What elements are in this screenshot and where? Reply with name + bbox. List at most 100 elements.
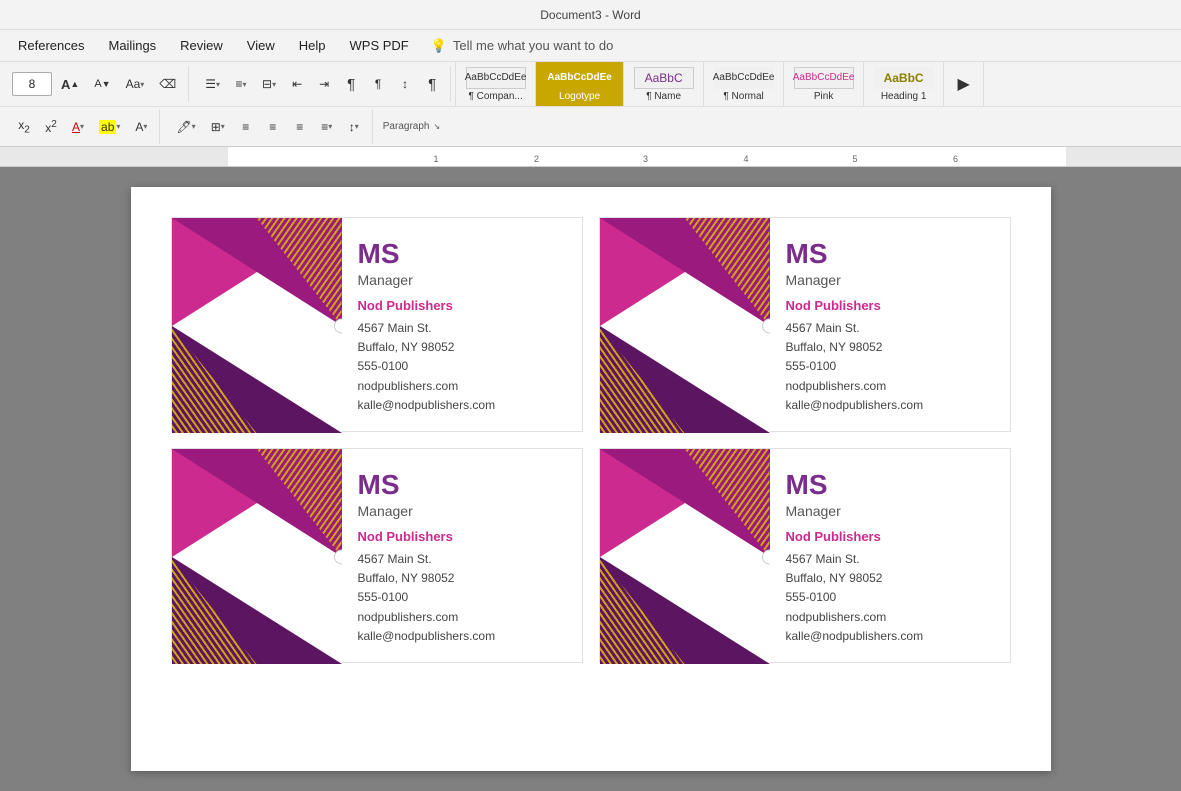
eraser-icon: ⌫	[159, 77, 176, 91]
menu-view[interactable]: View	[237, 34, 285, 57]
align-left-btn[interactable]: ≡	[234, 113, 258, 141]
show-formatting-btn[interactable]: ¶	[339, 70, 363, 98]
card-1: MS Manager Nod Publishers 4567 Main St. …	[171, 217, 583, 432]
card-4-title: Manager	[786, 503, 994, 519]
card-1-city: Buffalo, NY 98052	[358, 338, 566, 357]
pilcrow-btn[interactable]: ¶	[420, 70, 444, 98]
border-btn[interactable]: ⊞▾	[205, 113, 231, 141]
card-1-address: 4567 Main St. Buffalo, NY 98052 555-0100…	[358, 319, 566, 415]
align-right-btn[interactable]: ≡	[288, 113, 312, 141]
card-4-company: Nod Publishers	[786, 529, 994, 544]
card-2-address: 4567 Main St. Buffalo, NY 98052 555-0100…	[786, 319, 994, 415]
menu-mailings[interactable]: Mailings	[98, 34, 166, 57]
style-heading1[interactable]: AaBbC Heading 1	[864, 62, 944, 106]
card-2-phone: 555-0100	[786, 357, 994, 376]
more-styles-icon: ▶	[957, 74, 969, 94]
show-para-btn[interactable]: ¶	[366, 70, 390, 98]
card-4-graphic	[600, 449, 770, 664]
style-pink[interactable]: AaBbCcDdEe Pink	[784, 62, 864, 106]
card-2-city: Buffalo, NY 98052	[786, 338, 994, 357]
align-center-btn[interactable]: ≡	[261, 113, 285, 141]
style-normal-label: ¶ Normal	[723, 91, 763, 102]
highlight-icon: ab	[99, 120, 116, 134]
superscript-btn[interactable]: x2	[39, 113, 63, 141]
style-logotype[interactable]: AaBbCcDdEe Logotype	[536, 62, 624, 106]
subscript-btn[interactable]: x2	[12, 113, 36, 141]
card-1-dot	[335, 319, 342, 332]
shading-btn[interactable]: 🖊▾	[170, 113, 201, 141]
card-3-dot	[335, 550, 342, 563]
font-size-box[interactable]: 8	[12, 72, 52, 96]
case-btn[interactable]: Aa ▾	[120, 70, 151, 98]
card-3-website: nodpublishers.com	[358, 608, 566, 627]
title-bar: Document3 - Word	[0, 0, 1181, 30]
cards-grid: MS Manager Nod Publishers 4567 Main St. …	[171, 217, 1011, 663]
style-logotype-preview: AaBbCcDdEe	[550, 67, 610, 89]
font-size-value: 8	[29, 77, 36, 91]
clear-format-btn[interactable]: ⌫	[153, 70, 182, 98]
style-company-preview: AaBbCcDdEe	[466, 67, 526, 89]
card-1-website: nodpublishers.com	[358, 377, 566, 396]
search-label[interactable]: Tell me what you want to do	[453, 38, 613, 53]
style-more[interactable]: ▶	[944, 62, 984, 106]
text-color2-btn[interactable]: A▾	[129, 113, 153, 141]
ribbon-row1: 8 A▲ A▼ Aa ▾ ⌫ ☰▾ ≡▾ ⊟▾	[0, 62, 1181, 106]
style-name-preview: AaBbC	[634, 67, 694, 89]
style-pink-label: Pink	[814, 91, 833, 102]
menu-bar: References Mailings Review View Help WPS…	[0, 30, 1181, 62]
card-3-city: Buffalo, NY 98052	[358, 569, 566, 588]
style-heading1-label: Heading 1	[881, 91, 927, 102]
style-company[interactable]: AaBbCcDdEe ¶ Compan...	[456, 62, 536, 106]
menu-wpspdf[interactable]: WPS PDF	[340, 34, 419, 57]
card-3-title: Manager	[358, 503, 566, 519]
font-color-btn[interactable]: A▾	[66, 113, 90, 141]
numbering-icon: ≡	[236, 77, 243, 91]
card-4: MS Manager Nod Publishers 4567 Main St. …	[599, 448, 1011, 663]
text-color2-icon: A	[135, 120, 143, 134]
highlight-arrow: ▾	[116, 122, 120, 131]
multilevel-btn[interactable]: ⊟▾	[256, 70, 282, 98]
search-area[interactable]: 💡 Tell me what you want to do	[431, 38, 614, 54]
line-spacing-btn[interactable]: ↕▾	[342, 113, 366, 141]
style-name[interactable]: AaBbC ¶ Name	[624, 62, 704, 106]
bullets-btn[interactable]: ☰▾	[199, 70, 226, 98]
font-size-up-icon: A	[61, 77, 70, 92]
card-4-phone: 555-0100	[786, 588, 994, 607]
paragraph-expand[interactable]: Paragraph ↘	[377, 121, 446, 132]
style-name-label: ¶ Name	[646, 91, 681, 102]
numbering-btn[interactable]: ≡▾	[229, 70, 253, 98]
style-heading1-preview: AaBbC	[874, 67, 934, 89]
ribbon: 8 A▲ A▼ Aa ▾ ⌫ ☰▾ ≡▾ ⊟▾	[0, 62, 1181, 147]
card-1-phone: 555-0100	[358, 357, 566, 376]
style-company-label: ¶ Compan...	[468, 91, 522, 102]
sort-btn[interactable]: ↕	[393, 70, 417, 98]
font-size-up-btn[interactable]: A▲	[55, 70, 85, 98]
card-2: MS Manager Nod Publishers 4567 Main St. …	[599, 217, 1011, 432]
para-icon: ¶	[375, 77, 381, 91]
ribbon-row2: x2 x2 A▾ ab▾ A▾ 🖊▾ ⊞▾	[0, 106, 1181, 146]
formatting-icon: ¶	[347, 76, 355, 93]
style-normal[interactable]: AaBbCcDdEe ¶ Normal	[704, 62, 784, 106]
card-2-street: 4567 Main St.	[786, 319, 994, 338]
font-size-down-btn[interactable]: A▼	[88, 70, 116, 98]
card-4-city: Buffalo, NY 98052	[786, 569, 994, 588]
menu-review[interactable]: Review	[170, 34, 233, 57]
card-3-initials: MS	[358, 469, 566, 501]
menu-help[interactable]: Help	[289, 34, 336, 57]
card-2-title: Manager	[786, 272, 994, 288]
highlight-btn[interactable]: ab▾	[93, 113, 126, 141]
paragraph-label: Paragraph	[383, 121, 430, 132]
menu-references[interactable]: References	[8, 34, 94, 57]
border-icon: ⊞	[211, 120, 221, 134]
card-4-initials: MS	[786, 469, 994, 501]
increase-indent-btn[interactable]: ⇥	[312, 70, 336, 98]
card-1-email: kalle@nodpublishers.com	[358, 396, 566, 415]
justify-btn[interactable]: ≡▾	[315, 113, 339, 141]
decrease-indent-btn[interactable]: ⇤	[285, 70, 309, 98]
styles-gallery: AaBbCcDdEe ¶ Compan... AaBbCcDdEe Logoty…	[455, 62, 984, 106]
card-4-website: nodpublishers.com	[786, 608, 994, 627]
title-text: Document3 - Word	[540, 8, 640, 22]
card-1-company: Nod Publishers	[358, 298, 566, 313]
card-1-initials: MS	[358, 238, 566, 270]
bullets-icon: ☰	[205, 77, 216, 91]
